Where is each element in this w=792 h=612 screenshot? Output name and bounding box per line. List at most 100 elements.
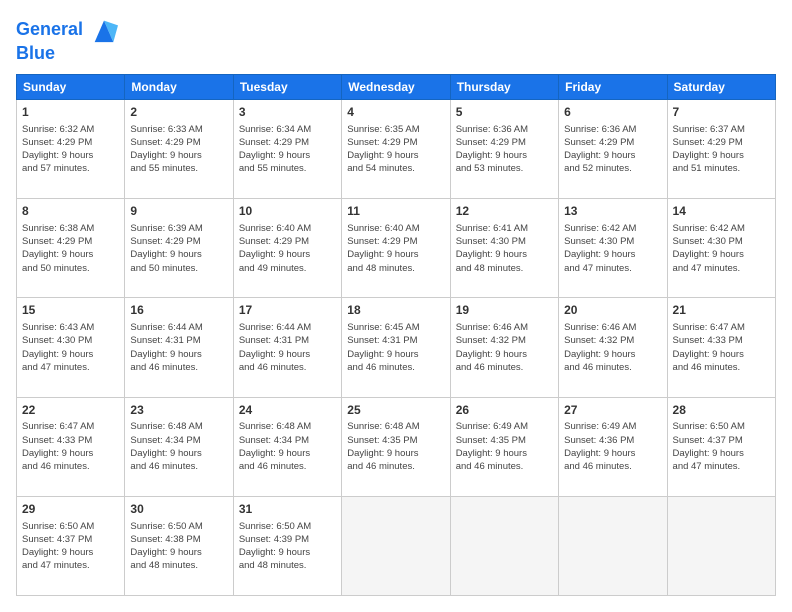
day-number: 29 xyxy=(22,501,119,518)
logo-text: General xyxy=(16,16,118,44)
day-info: Sunrise: 6:36 AM Sunset: 4:29 PM Dayligh… xyxy=(564,123,661,176)
calendar-day-cell xyxy=(559,496,667,595)
day-info: Sunrise: 6:32 AM Sunset: 4:29 PM Dayligh… xyxy=(22,123,119,176)
calendar-day-cell: 7 Sunrise: 6:37 AM Sunset: 4:29 PM Daylig… xyxy=(667,99,775,198)
day-number: 23 xyxy=(130,402,227,419)
day-info: Sunrise: 6:47 AM Sunset: 4:33 PM Dayligh… xyxy=(673,321,770,374)
weekday-header-monday: Monday xyxy=(125,74,233,99)
day-number: 30 xyxy=(130,501,227,518)
day-number: 2 xyxy=(130,104,227,121)
day-info: Sunrise: 6:44 AM Sunset: 4:31 PM Dayligh… xyxy=(239,321,336,374)
calendar-day-cell: 19 Sunrise: 6:46 AM Sunset: 4:32 PM Dayli… xyxy=(450,298,558,397)
day-number: 19 xyxy=(456,302,553,319)
calendar-day-cell: 10Sunrise: 6:40 AM Sunset: 4:29 PM Dayli… xyxy=(233,199,341,298)
calendar-day-cell xyxy=(450,496,558,595)
day-number: 12 xyxy=(456,203,553,220)
calendar-day-cell: 25Sunrise: 6:48 AM Sunset: 4:35 PM Dayli… xyxy=(342,397,450,496)
calendar-day-cell xyxy=(667,496,775,595)
day-info: Sunrise: 6:39 AM Sunset: 4:29 PM Dayligh… xyxy=(130,222,227,275)
day-number: 10 xyxy=(239,203,336,220)
day-number: 13 xyxy=(564,203,661,220)
day-info: Sunrise: 6:47 AM Sunset: 4:33 PM Dayligh… xyxy=(22,420,119,473)
day-info: Sunrise: 6:44 AM Sunset: 4:31 PM Dayligh… xyxy=(130,321,227,374)
day-number: 31 xyxy=(239,501,336,518)
weekday-header-tuesday: Tuesday xyxy=(233,74,341,99)
day-number: 17 xyxy=(239,302,336,319)
day-info: Sunrise: 6:46 AM Sunset: 4:32 PM Dayligh… xyxy=(456,321,553,374)
calendar-day-cell: 29Sunrise: 6:50 AM Sunset: 4:37 PM Dayli… xyxy=(17,496,125,595)
day-info: Sunrise: 6:46 AM Sunset: 4:32 PM Dayligh… xyxy=(564,321,661,374)
calendar-week-row: 22Sunrise: 6:47 AM Sunset: 4:33 PM Dayli… xyxy=(17,397,776,496)
calendar-day-cell: 28Sunrise: 6:50 AM Sunset: 4:37 PM Dayli… xyxy=(667,397,775,496)
day-number: 25 xyxy=(347,402,444,419)
logo: General Blue xyxy=(16,16,118,64)
day-number: 26 xyxy=(456,402,553,419)
calendar-day-cell: 5Sunrise: 6:36 AM Sunset: 4:29 PM Daylig… xyxy=(450,99,558,198)
calendar-day-cell: 9Sunrise: 6:39 AM Sunset: 4:29 PM Daylig… xyxy=(125,199,233,298)
weekday-header-wednesday: Wednesday xyxy=(342,74,450,99)
day-number: 4 xyxy=(347,104,444,121)
day-info: Sunrise: 6:33 AM Sunset: 4:29 PM Dayligh… xyxy=(130,123,227,176)
page: General Blue SundayMondayTuesdayWednesda… xyxy=(0,0,792,612)
day-info: Sunrise: 6:45 AM Sunset: 4:31 PM Dayligh… xyxy=(347,321,444,374)
day-info: Sunrise: 6:50 AM Sunset: 4:38 PM Dayligh… xyxy=(130,520,227,573)
day-info: Sunrise: 6:43 AM Sunset: 4:30 PM Dayligh… xyxy=(22,321,119,374)
day-info: Sunrise: 6:42 AM Sunset: 4:30 PM Dayligh… xyxy=(673,222,770,275)
day-info: Sunrise: 6:42 AM Sunset: 4:30 PM Dayligh… xyxy=(564,222,661,275)
day-number: 22 xyxy=(22,402,119,419)
logo-blue: Blue xyxy=(16,44,118,64)
day-number: 20 xyxy=(564,302,661,319)
calendar-day-cell: 18Sunrise: 6:45 AM Sunset: 4:31 PM Dayli… xyxy=(342,298,450,397)
calendar-day-cell: 14Sunrise: 6:42 AM Sunset: 4:30 PM Dayli… xyxy=(667,199,775,298)
day-number: 6 xyxy=(564,104,661,121)
calendar-day-cell: 17 Sunrise: 6:44 AM Sunset: 4:31 PM Dayli… xyxy=(233,298,341,397)
calendar-day-cell: 1 Sunrise: 6:32 AM Sunset: 4:29 PM Daylig… xyxy=(17,99,125,198)
day-info: Sunrise: 6:40 AM Sunset: 4:29 PM Dayligh… xyxy=(347,222,444,275)
weekday-header-thursday: Thursday xyxy=(450,74,558,99)
day-info: Sunrise: 6:34 AM Sunset: 4:29 PM Dayligh… xyxy=(239,123,336,176)
calendar-week-row: 15 Sunrise: 6:43 AM Sunset: 4:30 PM Dayli… xyxy=(17,298,776,397)
calendar-week-row: 29Sunrise: 6:50 AM Sunset: 4:37 PM Dayli… xyxy=(17,496,776,595)
calendar-day-cell: 21 Sunrise: 6:47 AM Sunset: 4:33 PM Dayli… xyxy=(667,298,775,397)
weekday-header-saturday: Saturday xyxy=(667,74,775,99)
day-info: Sunrise: 6:41 AM Sunset: 4:30 PM Dayligh… xyxy=(456,222,553,275)
calendar-header-row: SundayMondayTuesdayWednesdayThursdayFrid… xyxy=(17,74,776,99)
calendar-week-row: 1 Sunrise: 6:32 AM Sunset: 4:29 PM Daylig… xyxy=(17,99,776,198)
day-number: 7 xyxy=(673,104,770,121)
calendar-day-cell: 13 Sunrise: 6:42 AM Sunset: 4:30 PM Dayli… xyxy=(559,199,667,298)
logo-icon xyxy=(90,16,118,44)
day-number: 16 xyxy=(130,302,227,319)
day-number: 5 xyxy=(456,104,553,121)
day-number: 24 xyxy=(239,402,336,419)
day-number: 15 xyxy=(22,302,119,319)
calendar-day-cell: 23Sunrise: 6:48 AM Sunset: 4:34 PM Dayli… xyxy=(125,397,233,496)
calendar-day-cell: 15 Sunrise: 6:43 AM Sunset: 4:30 PM Dayli… xyxy=(17,298,125,397)
day-info: Sunrise: 6:49 AM Sunset: 4:35 PM Dayligh… xyxy=(456,420,553,473)
day-info: Sunrise: 6:35 AM Sunset: 4:29 PM Dayligh… xyxy=(347,123,444,176)
calendar-day-cell: 31Sunrise: 6:50 AM Sunset: 4:39 PM Dayli… xyxy=(233,496,341,595)
calendar-day-cell: 30 Sunrise: 6:50 AM Sunset: 4:38 PM Dayli… xyxy=(125,496,233,595)
day-number: 21 xyxy=(673,302,770,319)
weekday-header-sunday: Sunday xyxy=(17,74,125,99)
day-number: 3 xyxy=(239,104,336,121)
calendar-day-cell: 3 Sunrise: 6:34 AM Sunset: 4:29 PM Daylig… xyxy=(233,99,341,198)
calendar-day-cell: 11 Sunrise: 6:40 AM Sunset: 4:29 PM Dayli… xyxy=(342,199,450,298)
calendar-day-cell: 24Sunrise: 6:48 AM Sunset: 4:34 PM Dayli… xyxy=(233,397,341,496)
calendar-day-cell: 20 Sunrise: 6:46 AM Sunset: 4:32 PM Dayli… xyxy=(559,298,667,397)
logo-general: General xyxy=(16,19,83,39)
calendar-day-cell xyxy=(342,496,450,595)
calendar-day-cell: 4 Sunrise: 6:35 AM Sunset: 4:29 PM Daylig… xyxy=(342,99,450,198)
day-number: 27 xyxy=(564,402,661,419)
header: General Blue xyxy=(16,16,776,64)
calendar-day-cell: 6 Sunrise: 6:36 AM Sunset: 4:29 PM Daylig… xyxy=(559,99,667,198)
calendar-week-row: 8Sunrise: 6:38 AM Sunset: 4:29 PM Daylig… xyxy=(17,199,776,298)
calendar-day-cell: 27Sunrise: 6:49 AM Sunset: 4:36 PM Dayli… xyxy=(559,397,667,496)
calendar-day-cell: 26Sunrise: 6:49 AM Sunset: 4:35 PM Dayli… xyxy=(450,397,558,496)
calendar-day-cell: 22Sunrise: 6:47 AM Sunset: 4:33 PM Dayli… xyxy=(17,397,125,496)
day-info: Sunrise: 6:48 AM Sunset: 4:34 PM Dayligh… xyxy=(130,420,227,473)
day-info: Sunrise: 6:37 AM Sunset: 4:29 PM Dayligh… xyxy=(673,123,770,176)
day-info: Sunrise: 6:38 AM Sunset: 4:29 PM Dayligh… xyxy=(22,222,119,275)
day-number: 1 xyxy=(22,104,119,121)
calendar-day-cell: 12 Sunrise: 6:41 AM Sunset: 4:30 PM Dayli… xyxy=(450,199,558,298)
day-number: 11 xyxy=(347,203,444,220)
